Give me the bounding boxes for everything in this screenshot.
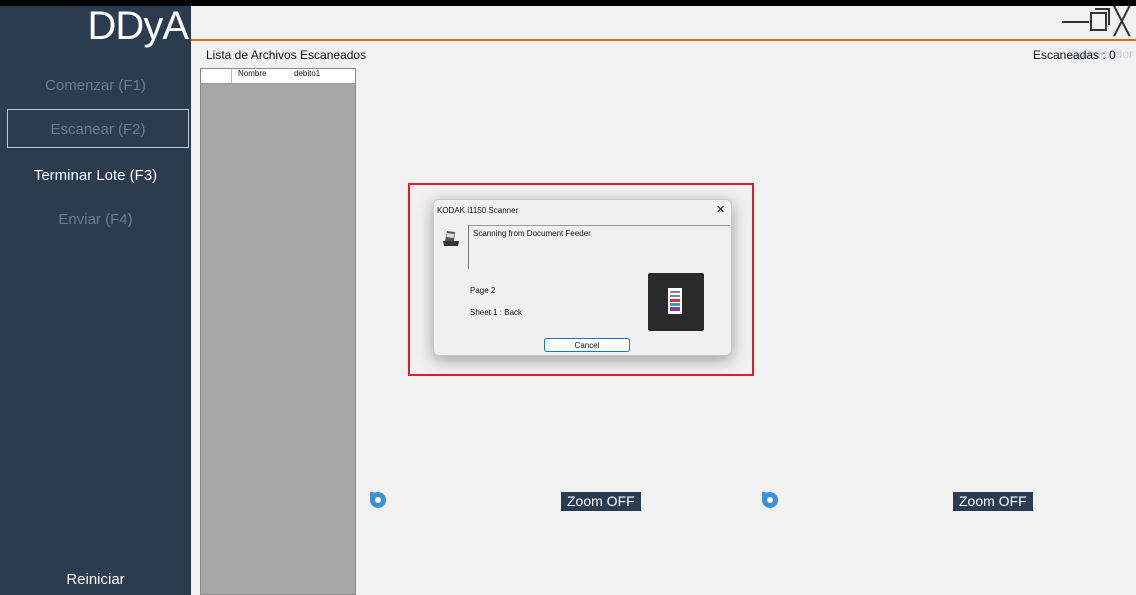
scanner-dialog: KODAK i1150 Scanner ✕ Scanning from Docu… [433, 199, 732, 356]
sidebar-item-escanear[interactable]: Escanear (F2) [7, 109, 189, 148]
file-list-title: Lista de Archivos Escaneados [206, 48, 367, 62]
zoom-toggle-left-button[interactable]: Zoom OFF [561, 492, 641, 511]
close-icon[interactable]: ╳ [1114, 8, 1130, 34]
dialog-close-icon[interactable]: ✕ [716, 203, 725, 216]
rotate-left-icon[interactable] [370, 492, 386, 508]
sidebar-item-comenzar[interactable]: Comenzar (F1) [0, 77, 191, 94]
scanned-count: Escaneadas : 0 [1033, 48, 1116, 62]
document-preview-icon [668, 288, 682, 314]
sidebar-item-terminar-lote[interactable]: Terminar Lote (F3) [0, 167, 191, 184]
scanner-icon [443, 231, 459, 246]
dialog-title: KODAK i1150 Scanner [437, 206, 519, 215]
column-header-debito[interactable]: debito1 [294, 69, 355, 83]
file-list-header: Nombre debito1 [201, 69, 355, 84]
column-header-nombre[interactable]: Nombre [232, 69, 294, 83]
titlebar-accent-line [191, 39, 1136, 41]
dialog-page-label: Page 2 [470, 286, 496, 295]
dialog-sheet-label: Sheet 1 : Back [470, 308, 523, 317]
sidebar-item-enviar[interactable]: Enviar (F4) [0, 211, 191, 228]
cancel-button[interactable]: Cancel [544, 338, 630, 352]
dialog-status-text: Scanning from Document Feeder [468, 225, 730, 269]
sidebar [0, 6, 191, 595]
rotate-right-icon[interactable] [762, 492, 778, 508]
app-logo: DDyA [87, 4, 189, 48]
file-list[interactable]: Nombre debito1 [200, 68, 356, 595]
zoom-toggle-right-button[interactable]: Zoom OFF [953, 492, 1033, 511]
sidebar-item-reiniciar[interactable]: Reiniciar [0, 571, 191, 588]
maximize-icon[interactable] [1090, 8, 1110, 31]
minimize-icon[interactable] [1062, 21, 1089, 23]
scan-preview [648, 273, 704, 331]
column-header-blank [201, 69, 232, 83]
